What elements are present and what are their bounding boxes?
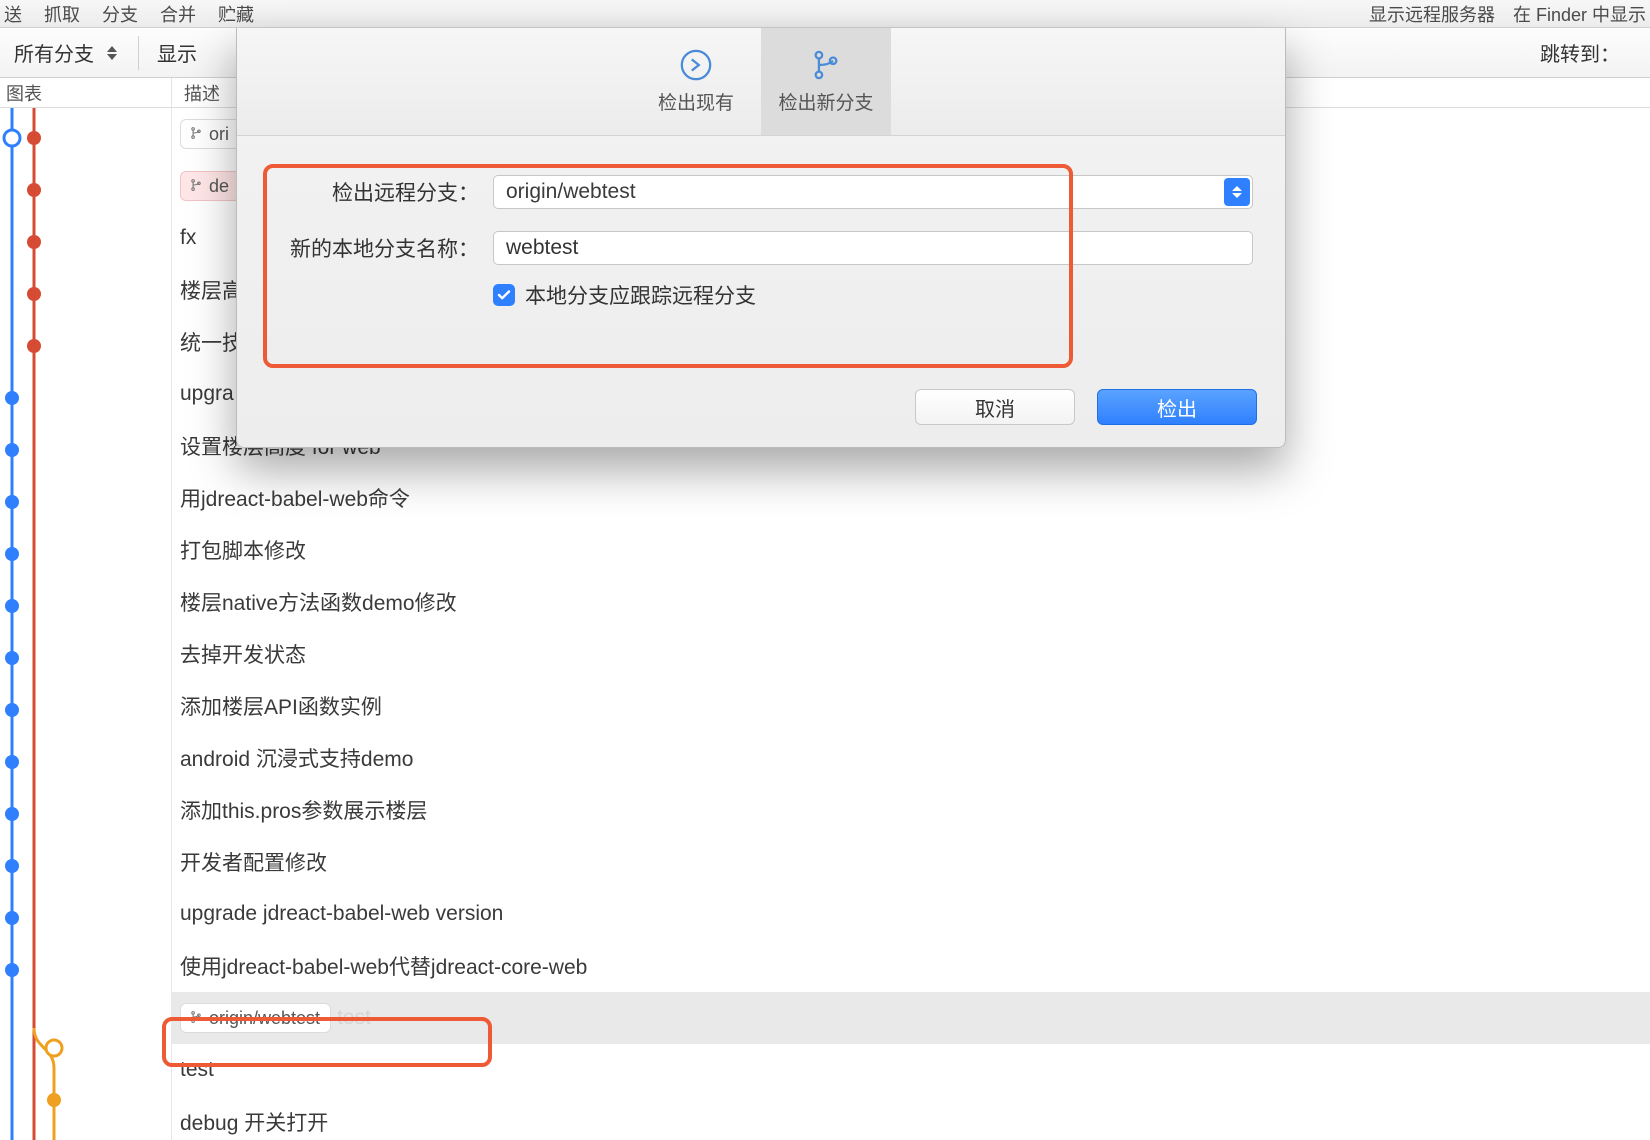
commit-message: 打包脚本修改	[180, 535, 306, 565]
commit-graph	[0, 108, 172, 1140]
branch-filter-dropdown[interactable]: 所有分支	[14, 38, 120, 67]
menu-item[interactable]: 送	[4, 1, 22, 27]
commit-message: test	[180, 1058, 214, 1082]
track-remote-checkbox[interactable]	[493, 284, 515, 306]
tab-checkout-new[interactable]: 检出新分支	[761, 28, 891, 135]
branch-icon	[189, 124, 203, 145]
commit-message: 开发者配置修改	[180, 847, 327, 877]
menu-item[interactable]: 贮藏	[218, 1, 254, 27]
divider	[138, 36, 139, 70]
commit-row[interactable]: 用jdreact-babel-web命令	[172, 472, 1650, 524]
commit-message: fx	[180, 226, 196, 250]
branch-tag[interactable]: ori	[180, 119, 240, 149]
branch-icon	[189, 1008, 203, 1029]
local-branch-label: 新的本地分支名称：	[269, 233, 479, 263]
remote-branch-value: origin/webtest	[506, 180, 636, 204]
checkout-button[interactable]: 检出	[1097, 389, 1257, 425]
local-branch-input[interactable]	[493, 231, 1253, 265]
commit-message: 去掉开发状态	[180, 639, 306, 669]
commit-message: 楼层native方法函数demo修改	[180, 587, 457, 617]
commit-row[interactable]: android 沉浸式支持demo	[172, 732, 1650, 784]
commit-row[interactable]: 去掉开发状态	[172, 628, 1650, 680]
commit-row[interactable]: test	[172, 1044, 1650, 1096]
commit-row[interactable]: debug 开关打开	[172, 1096, 1650, 1140]
commit-row[interactable]: 打包脚本修改	[172, 524, 1650, 576]
commit-row[interactable]: 开发者配置修改	[172, 836, 1650, 888]
commit-row[interactable]: 添加楼层API函数实例	[172, 680, 1650, 732]
tab-checkout-existing[interactable]: 检出现有	[631, 28, 761, 135]
branch-tag[interactable]: origin/webtest	[180, 1003, 331, 1033]
column-graph[interactable]: 图表	[0, 78, 172, 107]
chevron-updown-icon	[1224, 178, 1250, 206]
graph-column	[0, 108, 172, 1140]
branch-icon	[189, 176, 203, 197]
branch-icon	[809, 48, 843, 82]
tab-label: 检出新分支	[778, 88, 873, 115]
check-icon	[496, 287, 512, 303]
commit-row[interactable]: upgrade jdreact-babel-web version	[172, 888, 1650, 940]
commit-row[interactable]: origin/webtesttest	[172, 992, 1650, 1044]
commit-message: 使用jdreact-babel-web代替jdreact-core-web	[180, 951, 587, 981]
commit-message: 楼层高	[180, 275, 243, 305]
display-label: 显示	[157, 38, 197, 67]
menu-item[interactable]: 显示远程服务器	[1369, 1, 1495, 27]
menu-item[interactable]: 在 Finder 中显示	[1513, 1, 1646, 27]
checkout-sheet: 检出现有 检出新分支 检出远程分支： origin/webtest 新的本地分支…	[236, 28, 1286, 448]
commit-message-faded: test	[337, 1006, 371, 1030]
commit-message: upgrade jdreact-babel-web version	[180, 902, 503, 926]
remote-branch-dropdown[interactable]: origin/webtest	[493, 175, 1253, 209]
sheet-tabs: 检出现有 检出新分支	[237, 28, 1285, 136]
commit-message: upgra	[180, 382, 234, 406]
menubar: 送 抓取 分支 合并 贮藏 显示远程服务器 在 Finder 中显示	[0, 0, 1650, 28]
tab-label: 检出现有	[658, 88, 734, 115]
commit-message: 添加楼层API函数实例	[180, 691, 382, 721]
commit-message: 添加this.pros参数展示楼层	[180, 795, 427, 825]
chevron-updown-icon	[104, 43, 120, 63]
commit-message: 用jdreact-babel-web命令	[180, 483, 410, 513]
commit-row[interactable]: 使用jdreact-babel-web代替jdreact-core-web	[172, 940, 1650, 992]
menu-item[interactable]: 抓取	[44, 1, 80, 27]
commit-message: debug 开关打开	[180, 1107, 328, 1137]
branch-tag[interactable]: de	[180, 171, 240, 201]
arrow-right-circle-icon	[679, 48, 713, 82]
remote-branch-label: 检出远程分支：	[269, 177, 479, 207]
commit-message: android 沉浸式支持demo	[180, 743, 413, 773]
jump-to-label: 跳转到：	[1540, 38, 1620, 67]
menu-item[interactable]: 分支	[102, 1, 138, 27]
commit-row[interactable]: 楼层native方法函数demo修改	[172, 576, 1650, 628]
commit-row[interactable]: 添加this.pros参数展示楼层	[172, 784, 1650, 836]
menu-item[interactable]: 合并	[160, 1, 196, 27]
branch-filter-label: 所有分支	[14, 38, 94, 67]
cancel-button[interactable]: 取消	[915, 389, 1075, 425]
commit-message: 统一技	[180, 327, 243, 357]
track-remote-label: 本地分支应跟踪远程分支	[525, 280, 756, 310]
